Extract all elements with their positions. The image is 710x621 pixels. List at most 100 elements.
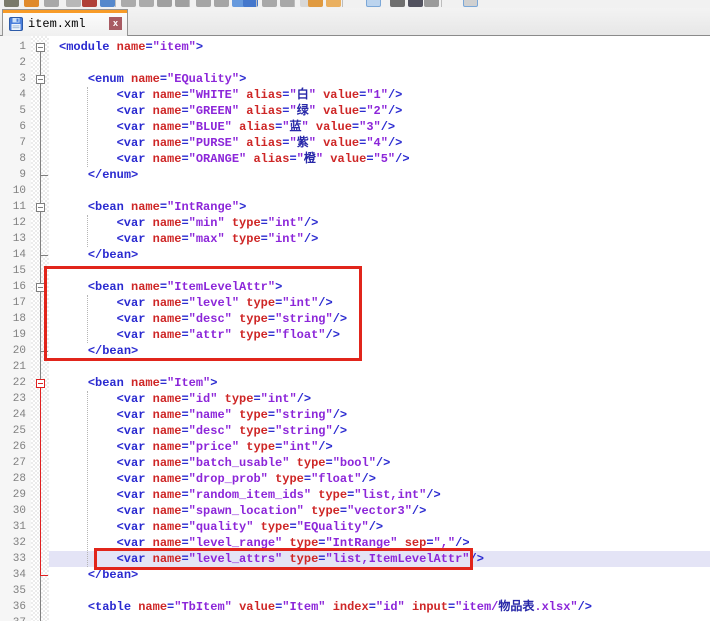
line-number[interactable]: 6 (0, 121, 26, 134)
fold-collapse-icon[interactable] (36, 75, 45, 84)
fold-cell (31, 199, 49, 215)
line-number[interactable]: 2 (0, 57, 26, 70)
code-text[interactable]: <module name="item"> (49, 39, 710, 55)
fold-cell (31, 359, 49, 375)
code-line: 27 <var name="batch_usable" type="bool"/… (0, 455, 710, 471)
code-text[interactable]: <var name="batch_usable" type="bool"/> (49, 455, 710, 471)
fold-cell (31, 471, 49, 487)
code-text[interactable]: <var name="max" type="int"/> (49, 231, 710, 247)
code-text[interactable]: <var name="BLUE" alias="蓝" value="3"/> (49, 119, 710, 135)
toolbar-icon[interactable] (196, 0, 211, 7)
code-text[interactable]: </enum> (49, 167, 710, 183)
line-number[interactable]: 12 (0, 217, 26, 230)
line-number[interactable]: 26 (0, 441, 26, 454)
toolbar-icon[interactable] (366, 0, 381, 7)
line-number[interactable]: 4 (0, 89, 26, 102)
code-line: 24 <var name="name" type="string"/> (0, 407, 710, 423)
code-text[interactable]: <var name="id" type="int"/> (49, 391, 710, 407)
line-number[interactable]: 35 (0, 585, 26, 598)
line-number[interactable]: 5 (0, 105, 26, 118)
toolbar-icon[interactable] (262, 0, 277, 7)
line-number[interactable]: 14 (0, 249, 26, 262)
toolbar-icon[interactable] (100, 0, 115, 7)
toolbar-icon[interactable] (424, 0, 439, 7)
fold-collapse-icon[interactable] (36, 43, 45, 52)
tab-close-icon[interactable]: x (109, 17, 122, 30)
line-number[interactable]: 28 (0, 473, 26, 486)
code-text[interactable]: <var name="quality" type="EQuality"/> (49, 519, 710, 535)
code-text[interactable]: <bean name="Item"> (49, 375, 710, 391)
toolbar-icon[interactable] (408, 0, 423, 7)
toolbar-icon[interactable] (390, 0, 405, 7)
tab-item-xml[interactable]: item.xml x (2, 9, 128, 36)
line-number[interactable]: 13 (0, 233, 26, 246)
line-number[interactable]: 23 (0, 393, 26, 406)
line-number[interactable]: 20 (0, 345, 26, 358)
line-number[interactable]: 24 (0, 409, 26, 422)
toolbar-icon[interactable] (326, 0, 341, 7)
line-number[interactable]: 34 (0, 569, 26, 582)
code-line: 4 <var name="WHITE" alias="白" value="1"/… (0, 87, 710, 103)
code-text[interactable]: <var name="drop_prob" type="float"/> (49, 471, 710, 487)
line-number[interactable]: 7 (0, 137, 26, 150)
code-text[interactable]: <var name="GREEN" alias="绿" value="2"/> (49, 103, 710, 119)
fold-cell (31, 407, 49, 423)
toolbar-icon[interactable] (121, 0, 136, 7)
code-text[interactable]: <var name="desc" type="string"/> (49, 423, 710, 439)
line-number[interactable]: 1 (0, 41, 26, 54)
toolbar-icon[interactable] (139, 0, 154, 7)
toolbar-icon[interactable] (308, 0, 323, 7)
line-number[interactable]: 18 (0, 313, 26, 326)
fold-line (40, 327, 41, 343)
line-number[interactable]: 37 (0, 617, 26, 621)
code-text[interactable]: <var name="spawn_location" type="vector3… (49, 503, 710, 519)
code-text[interactable]: <var name="min" type="int"/> (49, 215, 710, 231)
code-text[interactable]: <var name="ORANGE" alias="橙" value="5"/> (49, 151, 710, 167)
line-number[interactable]: 33 (0, 553, 26, 566)
code-text[interactable]: </bean> (49, 247, 710, 263)
toolbar-icon[interactable] (82, 0, 97, 7)
line-number[interactable]: 16 (0, 281, 26, 294)
code-line: 31 <var name="quality" type="EQuality"/> (0, 519, 710, 535)
fold-line (40, 503, 41, 519)
toolbar-icon[interactable] (175, 0, 190, 7)
line-number[interactable]: 21 (0, 361, 26, 374)
line-number[interactable]: 32 (0, 537, 26, 550)
fold-collapse-icon[interactable] (36, 203, 45, 212)
code-text[interactable]: <bean name="IntRange"> (49, 199, 710, 215)
toolbar-icon[interactable] (66, 0, 81, 7)
code-text[interactable]: <enum name="EQuality"> (49, 71, 710, 87)
line-number[interactable]: 36 (0, 601, 26, 614)
toolbar-icon[interactable] (214, 0, 229, 7)
code-text[interactable]: <var name="WHITE" alias="白" value="1"/> (49, 87, 710, 103)
toolbar-icon[interactable] (157, 0, 172, 7)
line-number[interactable]: 19 (0, 329, 26, 342)
code-text[interactable]: <var name="PURSE" alias="紫" value="4"/> (49, 135, 710, 151)
toolbar-icon[interactable] (4, 0, 19, 7)
line-number[interactable]: 15 (0, 265, 26, 278)
code-text[interactable]: <var name="price" type="int"/> (49, 439, 710, 455)
line-number[interactable]: 11 (0, 201, 26, 214)
code-text[interactable]: <var name="name" type="string"/> (49, 407, 710, 423)
fold-line (40, 311, 41, 327)
line-number[interactable]: 22 (0, 377, 26, 390)
code-text[interactable]: <table name="TbItem" value="Item" index=… (49, 599, 710, 615)
line-number[interactable]: 17 (0, 297, 26, 310)
fold-cell (31, 231, 49, 247)
line-number[interactable]: 25 (0, 425, 26, 438)
line-number[interactable]: 8 (0, 153, 26, 166)
line-number[interactable]: 10 (0, 185, 26, 198)
fold-cell (31, 103, 49, 119)
line-number[interactable]: 31 (0, 521, 26, 534)
toolbar-icon[interactable] (44, 0, 59, 7)
line-number[interactable]: 9 (0, 169, 26, 182)
code-text[interactable]: <var name="random_item_ids" type="list,i… (49, 487, 710, 503)
line-number[interactable]: 29 (0, 489, 26, 502)
line-number[interactable]: 27 (0, 457, 26, 470)
toolbar-icon[interactable] (280, 0, 295, 7)
toolbar-icon[interactable] (24, 0, 39, 7)
line-number[interactable]: 3 (0, 73, 26, 86)
fold-collapse-icon[interactable] (36, 379, 45, 388)
toolbar-icon[interactable] (463, 0, 478, 7)
line-number[interactable]: 30 (0, 505, 26, 518)
